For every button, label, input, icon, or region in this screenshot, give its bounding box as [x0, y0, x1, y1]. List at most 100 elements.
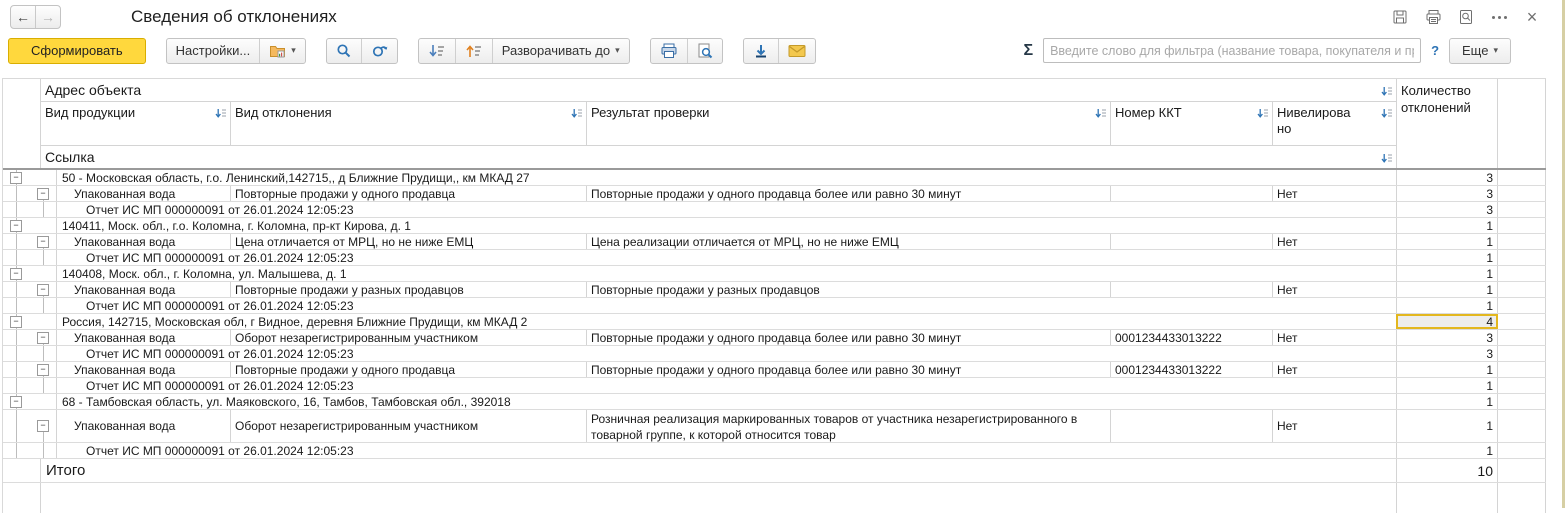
column-header-link[interactable]: Ссылка — [41, 146, 1396, 168]
column-header-leveled[interactable]: Нивелировано — [1273, 102, 1396, 146]
kkt-cell[interactable]: 0001234433013222 — [1111, 330, 1273, 345]
count-cell[interactable]: 1 — [1396, 250, 1498, 265]
count-cell[interactable]: 1 — [1396, 362, 1498, 377]
sort-ascending-button[interactable] — [454, 38, 492, 63]
collapse-button[interactable]: − — [10, 395, 22, 408]
report-variants-button[interactable]: ▾ — [259, 38, 305, 63]
print-icon[interactable] — [1424, 8, 1442, 26]
result-cell[interactable]: Повторные продажи у одного продавца боле… — [587, 186, 1111, 201]
forward-button[interactable]: → — [35, 6, 60, 28]
deviation-cell[interactable]: Повторные продажи у одного продавца — [231, 362, 587, 377]
download-button[interactable] — [744, 39, 778, 63]
print-button[interactable] — [651, 39, 687, 63]
count-cell[interactable]: 4 — [1396, 314, 1498, 329]
more-button[interactable]: Еще ▾ — [1449, 37, 1511, 64]
column-header-kkt[interactable]: Номер ККТ — [1111, 102, 1273, 146]
product-cell[interactable]: Упакованная вода — [57, 330, 231, 345]
count-cell[interactable]: 10 — [1396, 459, 1498, 482]
total-label-cell[interactable]: Итого — [41, 459, 1396, 482]
column-header-count[interactable]: Количество отклонений — [1396, 79, 1498, 168]
address-cell[interactable]: 50 - Московская область, г.о. Ленинский,… — [57, 170, 1396, 185]
address-cell[interactable]: 68 - Тамбовская область, ул. Маяковского… — [57, 394, 1396, 409]
deviation-cell[interactable]: Оборот незарегистрированным участником — [231, 330, 587, 345]
collapse-button[interactable]: − — [37, 420, 49, 432]
print-preview-button[interactable] — [686, 38, 722, 63]
report-link-cell[interactable]: Отчет ИС МП 000000091 от 26.01.2024 12:0… — [57, 250, 1396, 265]
product-cell[interactable]: Упакованная вода — [57, 186, 231, 201]
count-cell[interactable]: 1 — [1396, 394, 1498, 409]
report-link-cell[interactable]: Отчет ИС МП 000000091 от 26.01.2024 12:0… — [57, 298, 1396, 313]
result-cell[interactable]: Цена реализации отличается от МРЦ, но не… — [587, 234, 1111, 249]
kkt-cell[interactable] — [1111, 282, 1273, 297]
count-cell[interactable]: 3 — [1396, 346, 1498, 361]
collapse-button[interactable]: − — [37, 331, 49, 344]
address-cell[interactable]: 140411, Моск. обл., г.о. Коломна, г. Кол… — [57, 218, 1396, 233]
count-cell[interactable]: 3 — [1396, 202, 1498, 217]
leveled-cell[interactable]: Нет — [1273, 362, 1396, 377]
leveled-cell[interactable]: Нет — [1273, 186, 1396, 201]
collapse-button[interactable]: − — [37, 283, 49, 296]
back-button[interactable]: ← — [11, 6, 35, 28]
kkt-cell[interactable]: 0001234433013222 — [1111, 362, 1273, 377]
report-link-cell[interactable]: Отчет ИС МП 000000091 от 26.01.2024 12:0… — [57, 443, 1396, 458]
product-cell[interactable]: Упакованная вода — [57, 234, 231, 249]
settings-button[interactable]: Настройки... — [167, 39, 260, 63]
count-cell[interactable]: 1 — [1396, 378, 1498, 393]
expand-to-button[interactable]: Разворачивать до ▾ — [491, 38, 629, 63]
kkt-cell[interactable] — [1111, 186, 1273, 201]
collapse-button[interactable]: − — [10, 171, 22, 184]
collapse-button[interactable]: − — [10, 267, 22, 280]
kkt-cell[interactable] — [1111, 234, 1273, 249]
leveled-cell[interactable]: Нет — [1273, 282, 1396, 297]
preview-icon[interactable] — [1457, 8, 1475, 26]
deviation-cell[interactable]: Повторные продажи у разных продавцов — [231, 282, 587, 297]
count-cell[interactable]: 1 — [1396, 298, 1498, 313]
address-cell[interactable]: 140408, Моск. обл., г. Коломна, ул. Малы… — [57, 266, 1396, 281]
product-cell[interactable]: Упакованная вода — [57, 362, 231, 377]
collapse-button[interactable]: − — [10, 315, 22, 328]
deviation-cell[interactable]: Оборот незарегистрированным участником — [231, 410, 587, 442]
help-link[interactable]: ? — [1431, 43, 1439, 58]
count-cell[interactable]: 3 — [1396, 330, 1498, 345]
count-cell[interactable]: 3 — [1396, 186, 1498, 201]
report-link-cell[interactable]: Отчет ИС МП 000000091 от 26.01.2024 12:0… — [57, 202, 1396, 217]
column-header-product[interactable]: Вид продукции — [41, 102, 231, 146]
deviation-cell[interactable]: Повторные продажи у одного продавца — [231, 186, 587, 201]
count-cell[interactable]: 1 — [1396, 282, 1498, 297]
menu-icon[interactable] — [1490, 8, 1508, 26]
leveled-cell[interactable]: Нет — [1273, 410, 1396, 442]
kkt-cell[interactable] — [1111, 410, 1273, 442]
leveled-cell[interactable]: Нет — [1273, 330, 1396, 345]
report-link-cell[interactable]: Отчет ИС МП 000000091 от 26.01.2024 12:0… — [57, 346, 1396, 361]
result-cell[interactable]: Повторные продажи у одного продавца боле… — [587, 362, 1111, 377]
product-cell[interactable]: Упакованная вода — [57, 410, 231, 442]
sum-icon[interactable]: Σ — [1023, 42, 1033, 60]
count-cell[interactable]: 1 — [1396, 443, 1498, 458]
cancel-search-button[interactable] — [360, 38, 397, 63]
save-icon[interactable] — [1391, 8, 1409, 26]
collapse-button[interactable]: − — [37, 363, 49, 376]
count-cell[interactable]: 1 — [1396, 266, 1498, 281]
filter-input[interactable] — [1043, 38, 1422, 63]
collapse-button[interactable]: − — [37, 235, 49, 248]
product-cell[interactable]: Упакованная вода — [57, 282, 231, 297]
report-link-cell[interactable]: Отчет ИС МП 000000091 от 26.01.2024 12:0… — [57, 378, 1396, 393]
close-icon[interactable]: × — [1523, 8, 1541, 26]
column-header-deviation[interactable]: Вид отклонения — [231, 102, 587, 146]
result-cell[interactable]: Розничная реализация маркированных товар… — [587, 410, 1111, 442]
count-cell[interactable]: 1 — [1396, 234, 1498, 249]
collapse-button[interactable]: − — [37, 187, 49, 200]
email-button[interactable] — [777, 38, 815, 63]
column-header-address[interactable]: Адрес объекта — [41, 79, 1396, 102]
result-cell[interactable]: Повторные продажи у разных продавцов — [587, 282, 1111, 297]
leveled-cell[interactable]: Нет — [1273, 234, 1396, 249]
sort-descending-button[interactable] — [419, 39, 455, 63]
deviation-cell[interactable]: Цена отличается от МРЦ, но не ниже ЕМЦ — [231, 234, 587, 249]
search-button[interactable] — [327, 39, 361, 63]
result-cell[interactable]: Повторные продажи у одного продавца боле… — [587, 330, 1111, 345]
count-cell[interactable]: 1 — [1396, 218, 1498, 233]
count-cell[interactable]: 1 — [1396, 410, 1498, 442]
column-header-result[interactable]: Результат проверки — [587, 102, 1111, 146]
collapse-button[interactable]: − — [10, 219, 22, 232]
generate-button[interactable]: Сформировать — [8, 37, 146, 64]
